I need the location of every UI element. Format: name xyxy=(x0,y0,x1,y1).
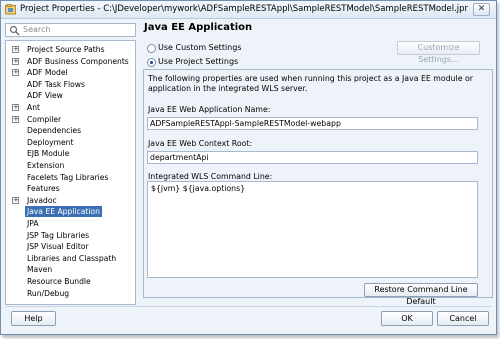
window-title: Project Properties - C:\JDeveloper\mywor… xyxy=(20,4,469,14)
tree-item-label: Javadoc xyxy=(27,195,57,205)
tree-item-label: Compiler xyxy=(27,114,62,124)
tree-item-label: JSP Tag Libraries xyxy=(27,230,90,240)
wls-command-line-textarea[interactable]: ${jvm} ${java.options} xyxy=(147,181,478,278)
description-text: The following properties are used when r… xyxy=(148,74,473,93)
tree-item-label: Run/Debug xyxy=(27,288,70,298)
category-tree[interactable]: + Project Source Paths + ADF Business Compo… xyxy=(5,40,136,305)
context-root-label: Java EE Web Context Root: xyxy=(148,139,253,148)
radio-selected-dot xyxy=(150,61,153,64)
tree-item[interactable]: Java EE Application xyxy=(12,206,132,218)
ok-button[interactable]: OK xyxy=(381,311,433,326)
wls-command-line-value: ${jvm} ${java.options} xyxy=(151,184,246,193)
search-icon xyxy=(9,25,20,36)
tree-item-label: Facelets Tag Libraries xyxy=(27,172,109,182)
tree-item-label: Resource Bundle xyxy=(27,277,91,286)
use-custom-settings-radio[interactable] xyxy=(147,44,156,53)
tree-item[interactable]: + ADF Business Components xyxy=(12,56,132,67)
tree-item-label: Extension xyxy=(27,161,65,170)
tree-item-label: JPA xyxy=(27,219,39,228)
tree-item-label: ADF Task Flows xyxy=(27,79,85,89)
expand-icon[interactable]: + xyxy=(12,196,19,204)
tree-item-label: Dependencies xyxy=(27,126,82,136)
expand-icon[interactable]: + xyxy=(12,57,19,65)
customize-settings-button[interactable]: Customize Settings... xyxy=(397,41,480,64)
title-bar[interactable]: Project Properties - C:\JDeveloper\mywor… xyxy=(1,1,496,19)
tree-item[interactable]: + Compiler xyxy=(12,114,132,125)
tree-item-label: Libraries and Classpath xyxy=(27,253,117,263)
tree-item[interactable]: Deployment xyxy=(12,137,132,148)
use-project-settings-label[interactable]: Use Project Settings xyxy=(158,57,238,66)
use-custom-settings-label[interactable]: Use Custom Settings xyxy=(158,43,242,52)
wls-command-line-label: Integrated WLS Command Line: xyxy=(148,172,273,181)
tree-item[interactable]: Resource Bundle xyxy=(12,276,132,287)
restore-command-line-default-button[interactable]: Restore Command Line Default xyxy=(364,283,478,306)
tree-item[interactable]: ADF Task Flows xyxy=(12,79,132,90)
tree-item[interactable]: Dependencies xyxy=(12,125,132,136)
context-root-input[interactable]: departmentApi xyxy=(147,151,478,164)
tree-item[interactable]: Run/Debug xyxy=(12,288,132,299)
tree-item-label: ADF Business Components xyxy=(27,56,129,66)
tree-item-label: Project Source Paths xyxy=(27,45,105,54)
expand-icon[interactable]: + xyxy=(12,115,19,123)
close-button[interactable]: ✕ xyxy=(473,3,490,16)
use-project-settings-radio[interactable] xyxy=(147,58,156,67)
search-field[interactable]: Search xyxy=(5,23,136,37)
tree-item-label: Features xyxy=(27,184,60,194)
tree-item[interactable]: + Project Source Paths xyxy=(12,44,132,55)
page-title: Java EE Application xyxy=(144,22,253,33)
expand-icon[interactable]: + xyxy=(12,69,19,77)
tree-item[interactable]: Maven xyxy=(12,264,132,275)
tree-item-label: ADF Model xyxy=(27,68,68,78)
tree-item[interactable]: + Javadoc xyxy=(12,195,132,206)
tree-item-label: ADF View xyxy=(27,91,63,101)
tree-item[interactable]: JSP Visual Editor xyxy=(12,241,132,252)
tree-item[interactable]: Features xyxy=(12,183,132,194)
tree-item[interactable]: Facelets Tag Libraries xyxy=(12,172,132,183)
close-icon: ✕ xyxy=(477,4,486,14)
tree-item-label: Deployment xyxy=(27,137,74,147)
tree-item-label: Maven xyxy=(27,265,53,275)
expand-icon[interactable]: + xyxy=(12,104,19,111)
search-placeholder: Search xyxy=(23,25,51,34)
web-app-name-input[interactable]: ADFSampleRESTAppl-SampleRESTModel-webapp xyxy=(147,117,478,130)
tree-item[interactable]: + ADF Model xyxy=(12,67,132,78)
tree-item[interactable]: JSP Tag Libraries xyxy=(12,230,132,241)
tree-item-label: Ant xyxy=(27,103,40,112)
tree-item[interactable]: EJB Module xyxy=(12,148,132,159)
tree-item-label: Java EE Application xyxy=(25,206,102,218)
footer-divider xyxy=(5,306,492,307)
tree-item[interactable]: ADF View xyxy=(12,90,132,101)
project-properties-icon xyxy=(5,4,16,15)
tree-item[interactable]: Extension xyxy=(12,160,132,171)
help-button[interactable]: Help xyxy=(11,311,56,326)
tree-item-label: JSP Visual Editor xyxy=(27,242,89,252)
tree-item-label: EJB Module xyxy=(27,149,70,159)
tree-item[interactable]: + Ant xyxy=(12,102,132,113)
tree-item[interactable]: JPA xyxy=(12,218,132,229)
web-app-name-label: Java EE Web Application Name: xyxy=(148,105,271,114)
cancel-button[interactable]: Cancel xyxy=(437,311,489,326)
tree-item[interactable]: Libraries and Classpath xyxy=(12,253,132,264)
expand-icon[interactable]: + xyxy=(12,46,19,53)
